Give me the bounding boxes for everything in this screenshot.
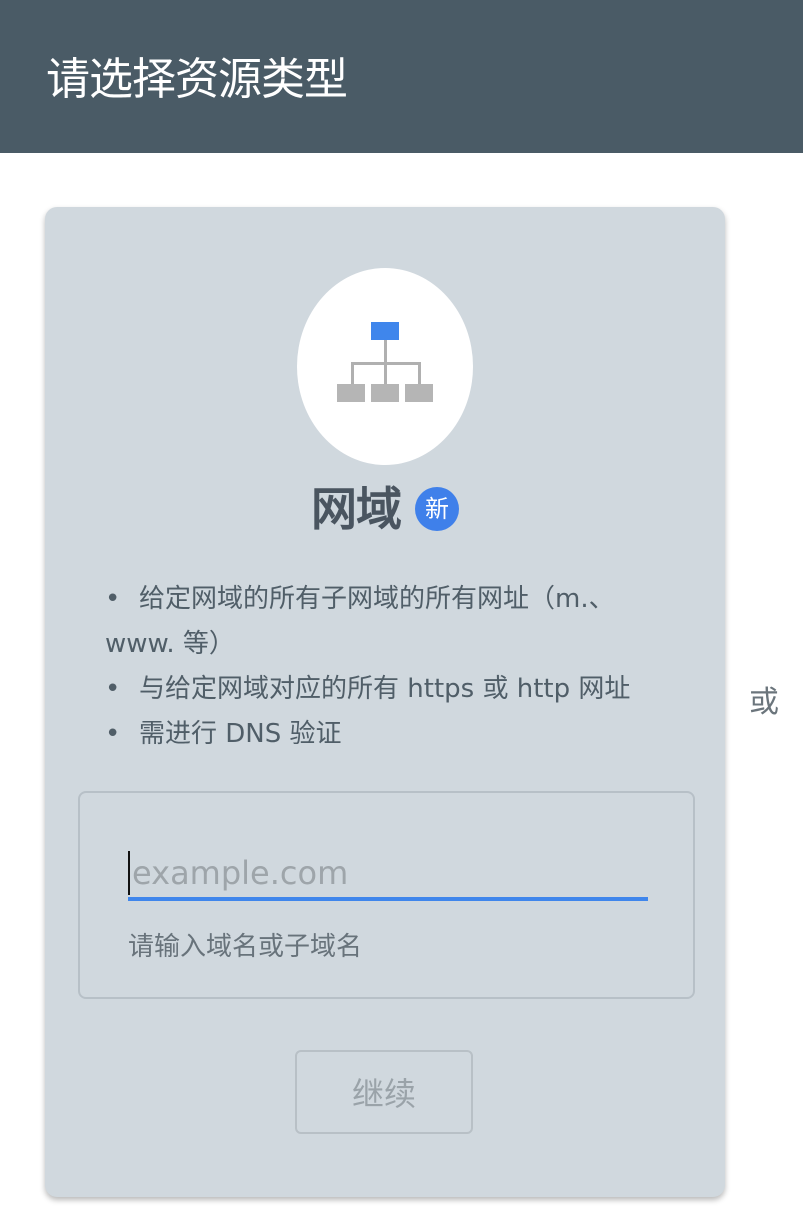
bullet-icon: • bbox=[105, 584, 121, 614]
page-title: 请选择资源类型 bbox=[46, 54, 348, 105]
feature-item: • 需进行 DNS 验证 bbox=[105, 712, 675, 757]
bullet-icon: • bbox=[105, 719, 121, 749]
feature-text: 与给定网域对应的所有 https 或 http 网址 bbox=[139, 674, 631, 704]
app-header: 请选择资源类型 bbox=[0, 0, 803, 153]
feature-item: • 与给定网域对应的所有 https 或 http 网址 bbox=[105, 667, 675, 712]
feature-item: • 给定网域的所有子网域的所有网址（m.、www. 等） bbox=[105, 577, 675, 667]
bullet-icon: • bbox=[105, 674, 121, 704]
feature-list: • 给定网域的所有子网域的所有网址（m.、www. 等） • 与给定网域对应的所有 … bbox=[105, 577, 675, 757]
continue-button[interactable]: 继续 bbox=[295, 1050, 473, 1134]
feature-text: 需进行 DNS 验证 bbox=[139, 719, 342, 749]
network-hierarchy-icon bbox=[297, 268, 473, 465]
new-badge: 新 bbox=[415, 487, 459, 531]
card-title-row: 网域 新 bbox=[45, 479, 725, 539]
domain-input-container: 请输入域名或子域名 bbox=[78, 791, 695, 999]
input-hint: 请输入域名或子域名 bbox=[128, 932, 363, 962]
domain-input[interactable] bbox=[128, 849, 648, 901]
or-separator: 或 bbox=[749, 685, 779, 720]
feature-text: 给定网域的所有子网域的所有网址（m.、www. 等） bbox=[105, 584, 615, 659]
domain-property-card: 网域 新 • 给定网域的所有子网域的所有网址（m.、www. 等） • 与给定网域对… bbox=[45, 207, 725, 1197]
text-caret bbox=[128, 851, 130, 895]
card-title: 网域 bbox=[311, 482, 402, 536]
